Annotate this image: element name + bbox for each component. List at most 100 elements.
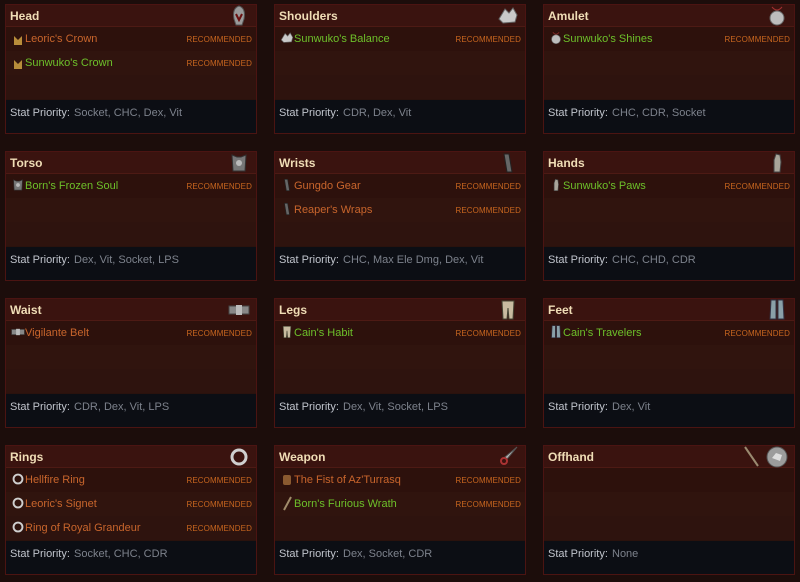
- item-name-link[interactable]: Born's Frozen Soul: [25, 180, 118, 192]
- recommended-badge: RECOMMENDED: [186, 59, 252, 68]
- boots-icon: [549, 325, 563, 341]
- belt-icon: [228, 299, 250, 321]
- panel-header: Shoulders: [275, 5, 525, 27]
- item-row[interactable]: Born's Frozen Soul RECOMMENDED: [6, 174, 256, 198]
- item-row[interactable]: Leoric's Signet RECOMMENDED: [6, 492, 256, 516]
- item-name-link[interactable]: Leoric's Crown: [25, 33, 97, 45]
- stat-priority-label: Stat Priority:: [10, 254, 70, 266]
- stat-priority-label: Stat Priority:: [10, 107, 70, 119]
- item-list: Born's Frozen Soul RECOMMENDED: [6, 174, 256, 246]
- recommended-badge: RECOMMENDED: [186, 476, 252, 485]
- item-row[interactable]: Vigilante Belt RECOMMENDED: [6, 321, 256, 345]
- panel-header: Hands: [544, 152, 794, 174]
- item-row[interactable]: Sunwuko's Balance RECOMMENDED: [275, 27, 525, 51]
- stat-priority-value: CHC, CDR, Socket: [612, 107, 706, 119]
- slot-title: Rings: [10, 450, 44, 464]
- stat-priority: Stat Priority: Dex, Vit, Socket, LPS: [6, 247, 256, 280]
- slot-title: Head: [10, 9, 40, 23]
- item-list: Sunwuko's Paws RECOMMENDED: [544, 174, 794, 246]
- empty-row: [6, 75, 256, 99]
- recommended-badge: RECOMMENDED: [455, 35, 521, 44]
- item-list: The Fist of Az'Turrasq RECOMMENDED Born's …: [275, 468, 525, 540]
- recommended-badge: RECOMMENDED: [455, 329, 521, 338]
- stat-priority-value: Socket, CHC, CDR: [74, 548, 168, 560]
- item-list: [544, 468, 794, 540]
- item-list: Leoric's Crown RECOMMENDED Sunwuko's Crown…: [6, 27, 256, 99]
- stat-priority: Stat Priority: Socket, CHC, CDR: [6, 541, 256, 574]
- item-name-link[interactable]: Sunwuko's Crown: [25, 57, 113, 69]
- item-name-link[interactable]: Born's Furious Wrath: [294, 498, 397, 510]
- recommended-badge: RECOMMENDED: [724, 182, 790, 191]
- empty-row: [6, 345, 256, 369]
- empty-row: [275, 345, 525, 369]
- stat-priority-value: CDR, Dex, Vit, LPS: [74, 401, 170, 413]
- item-row[interactable]: Reaper's Wraps RECOMMENDED: [275, 198, 525, 222]
- item-name-link[interactable]: Hellfire Ring: [25, 474, 85, 486]
- chest-armor-icon: [11, 178, 25, 194]
- gear-grid: Head Leoric's Crown RECOMMENDED Sunwuko's C…: [5, 4, 795, 575]
- item-row[interactable]: Gungdo Gear RECOMMENDED: [275, 174, 525, 198]
- sword-icon: [280, 496, 294, 512]
- dagger-icon: [497, 446, 519, 468]
- shoulders-icon: [280, 31, 294, 47]
- item-name-link[interactable]: Sunwuko's Balance: [294, 33, 390, 45]
- stat-priority-label: Stat Priority:: [10, 548, 70, 560]
- stat-priority-value: Dex, Socket, CDR: [343, 548, 433, 560]
- recommended-badge: RECOMMENDED: [455, 476, 521, 485]
- item-name-link[interactable]: Sunwuko's Paws: [563, 180, 646, 192]
- stat-priority-value: CDR, Dex, Vit: [343, 107, 412, 119]
- bracers-icon: [280, 202, 294, 218]
- item-name-link[interactable]: Gungdo Gear: [294, 180, 361, 192]
- recommended-badge: RECOMMENDED: [724, 329, 790, 338]
- stat-priority: Stat Priority: Dex, Vit: [544, 394, 794, 427]
- item-row[interactable]: Sunwuko's Crown RECOMMENDED: [6, 51, 256, 75]
- slot-title: Legs: [279, 303, 308, 317]
- stat-priority-label: Stat Priority:: [548, 401, 608, 413]
- bracers-icon: [497, 152, 519, 174]
- panel-header: Legs: [275, 299, 525, 321]
- item-list: Hellfire Ring RECOMMENDED Leoric's Signet R…: [6, 468, 256, 540]
- stat-priority-label: Stat Priority:: [279, 254, 339, 266]
- item-row[interactable]: Cain's Travelers RECOMMENDED: [544, 321, 794, 345]
- boots-icon: [766, 299, 788, 321]
- slot-panel-weapon: Weapon The Fist of Az'Turrasq RECOMMENDED B…: [274, 445, 526, 575]
- item-name-link[interactable]: Leoric's Signet: [25, 498, 97, 510]
- item-row[interactable]: The Fist of Az'Turrasq RECOMMENDED: [275, 468, 525, 492]
- empty-row: [275, 516, 525, 540]
- bracers-icon: [280, 178, 294, 194]
- chest-armor-icon: [228, 152, 250, 174]
- empty-row: [544, 492, 794, 516]
- panel-header: Weapon: [275, 446, 525, 468]
- stat-priority: Stat Priority: Socket, CHC, Dex, Vit: [6, 100, 256, 133]
- stat-priority-label: Stat Priority:: [279, 401, 339, 413]
- slot-title: Waist: [10, 303, 42, 317]
- item-row[interactable]: Born's Furious Wrath RECOMMENDED: [275, 492, 525, 516]
- empty-row: [275, 51, 525, 75]
- item-name-link[interactable]: Reaper's Wraps: [294, 204, 372, 216]
- stat-priority-label: Stat Priority:: [548, 107, 608, 119]
- item-name-link[interactable]: Cain's Travelers: [563, 327, 642, 339]
- item-name-link[interactable]: Ring of Royal Grandeur: [25, 522, 141, 534]
- slot-panel-shoulders: Shoulders Sunwuko's Balance RECOMMENDED Sta…: [274, 4, 526, 134]
- item-row[interactable]: Leoric's Crown RECOMMENDED: [6, 27, 256, 51]
- item-row[interactable]: Cain's Habit RECOMMENDED: [275, 321, 525, 345]
- stat-priority-value: Socket, CHC, Dex, Vit: [74, 107, 182, 119]
- empty-row: [544, 198, 794, 222]
- stat-priority-value: Dex, Vit, Socket, LPS: [343, 401, 448, 413]
- item-name-link[interactable]: Sunwuko's Shines: [563, 33, 653, 45]
- item-name-link[interactable]: Vigilante Belt: [25, 327, 89, 339]
- panel-header: Waist: [6, 299, 256, 321]
- item-name-link[interactable]: Cain's Habit: [294, 327, 353, 339]
- recommended-badge: RECOMMENDED: [186, 524, 252, 533]
- slot-title: Torso: [10, 156, 43, 170]
- item-row[interactable]: Sunwuko's Paws RECOMMENDED: [544, 174, 794, 198]
- item-row[interactable]: Ring of Royal Grandeur RECOMMENDED: [6, 516, 256, 540]
- stat-priority-value: Dex, Vit, Socket, LPS: [74, 254, 179, 266]
- slot-title: Hands: [548, 156, 585, 170]
- item-row[interactable]: Hellfire Ring RECOMMENDED: [6, 468, 256, 492]
- item-row[interactable]: Sunwuko's Shines RECOMMENDED: [544, 27, 794, 51]
- stat-priority-label: Stat Priority:: [279, 107, 339, 119]
- empty-row: [544, 516, 794, 540]
- item-name-link[interactable]: The Fist of Az'Turrasq: [294, 474, 401, 486]
- gloves-icon: [766, 152, 788, 174]
